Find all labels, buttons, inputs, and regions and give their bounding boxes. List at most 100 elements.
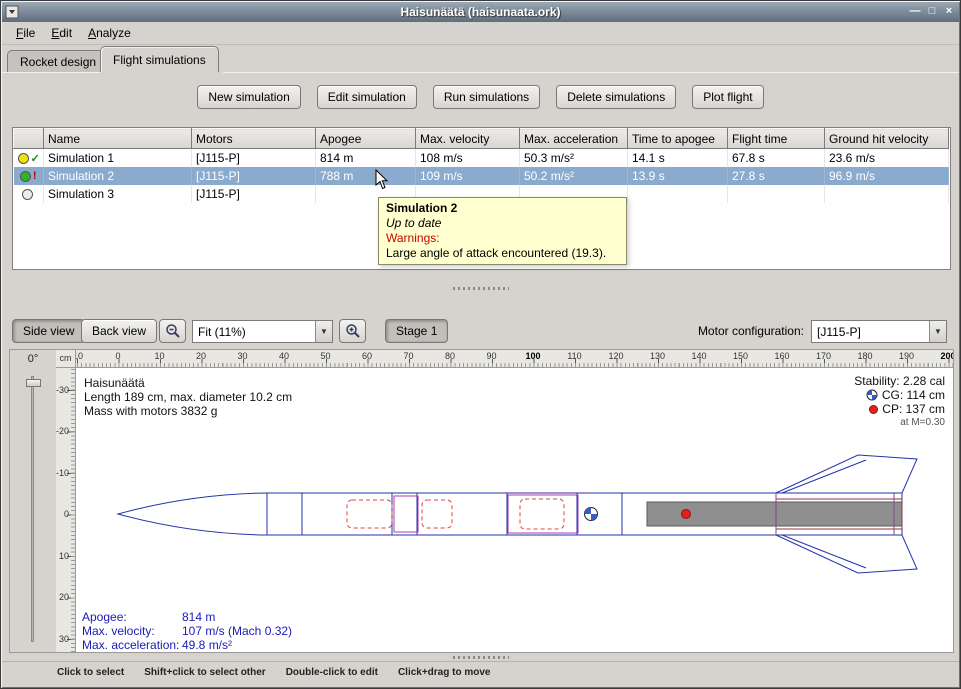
simulation-toolbar: New simulation Edit simulation Run simul… bbox=[1, 85, 960, 109]
cell-max-velocity: 109 m/s bbox=[416, 167, 520, 185]
column-header-max-acceleration[interactable]: Max. acceleration bbox=[520, 129, 628, 149]
column-header-motors[interactable]: Motors bbox=[192, 129, 316, 149]
cell-time-to-apogee: 14.1 s bbox=[628, 149, 728, 167]
cell-max-acceleration: 50.2 m/s² bbox=[520, 167, 628, 185]
column-header-flight-time[interactable]: Flight time bbox=[728, 129, 825, 149]
stage-1-toggle[interactable]: Stage 1 bbox=[385, 319, 448, 343]
ruler-tick-label: 10 bbox=[154, 351, 164, 361]
rocket-info-block: Haisunäätä Length 189 cm, max. diameter … bbox=[84, 376, 292, 418]
motor-configuration-label: Motor configuration: bbox=[698, 315, 804, 347]
tabbar: Rocket design Flight simulations bbox=[2, 45, 959, 72]
tab-rocket-design[interactable]: Rocket design bbox=[7, 50, 109, 72]
menu-analyze[interactable]: Analyze bbox=[80, 23, 139, 43]
ruler-tick-label: 160 bbox=[774, 351, 789, 361]
cell-apogee: 814 m bbox=[316, 149, 416, 167]
cell-ground-hit-velocity: 23.6 m/s bbox=[825, 149, 949, 167]
ruler-tick-label: 0 bbox=[56, 509, 69, 519]
simulation-status-glyph: ✓ bbox=[31, 153, 40, 165]
maximize-button[interactable]: □ bbox=[924, 4, 940, 20]
ruler-tick-label: 120 bbox=[608, 351, 623, 361]
cp-value: CP: 137 cm bbox=[882, 402, 945, 416]
plot-flight-button[interactable]: Plot flight bbox=[692, 85, 763, 109]
side-view-button[interactable]: Side view bbox=[12, 319, 85, 343]
rocket-name: Haisunäätä bbox=[84, 376, 292, 390]
apogee-label: Apogee: bbox=[82, 610, 182, 624]
statusbar: Click to select Shift+click to select ot… bbox=[2, 661, 959, 688]
rotation-angle-label: 0° bbox=[10, 353, 56, 365]
ruler-tick-label: 40 bbox=[279, 351, 289, 361]
max-acceleration-label: Max. acceleration: bbox=[82, 638, 182, 652]
ruler-tick-label: 140 bbox=[691, 351, 706, 361]
cell-ground-hit-velocity bbox=[825, 185, 949, 203]
titlebar[interactable]: Haisunäätä (haisunaata.ork) — □ × bbox=[2, 2, 959, 22]
motor-configuration-value: [J115-P] bbox=[812, 325, 929, 339]
back-view-button[interactable]: Back view bbox=[81, 319, 157, 343]
rocket-canvas[interactable]: Haisunäätä Length 189 cm, max. diameter … bbox=[76, 368, 953, 652]
column-header-time-to-apogee[interactable]: Time to apogee bbox=[628, 129, 728, 149]
horizontal-ruler: -100102030405060708090100110120130140150… bbox=[76, 350, 953, 368]
stability-value: Stability: 2.28 cal bbox=[854, 374, 945, 388]
cell-name: Simulation 2 bbox=[44, 167, 192, 185]
ruler-unit-label: cm bbox=[56, 350, 76, 368]
app-icon[interactable] bbox=[5, 5, 19, 19]
table-header-row: Name Motors Apogee Max. velocity Max. ac… bbox=[14, 129, 949, 149]
rotation-slider-handle[interactable] bbox=[26, 379, 41, 387]
hint-click-drag: Click+drag to move bbox=[398, 667, 491, 688]
splitter-handle[interactable] bbox=[1, 284, 960, 292]
mouse-cursor-icon bbox=[375, 169, 389, 190]
magnifier-plus-icon bbox=[345, 323, 361, 339]
menu-file[interactable]: File bbox=[8, 23, 43, 43]
ruler-tick-label: 110 bbox=[567, 351, 581, 361]
ruler-tick-label: 80 bbox=[445, 351, 455, 361]
flight-summary: Apogee:814 m Max. velocity:107 m/s (Mach… bbox=[82, 610, 292, 652]
column-header-ground-hit-velocity[interactable]: Ground hit velocity bbox=[825, 129, 949, 149]
tooltip-warnings-label: Warnings: bbox=[386, 231, 619, 246]
rotation-slider[interactable] bbox=[31, 376, 34, 642]
cell-motors: [J115-P] bbox=[192, 167, 316, 185]
edit-simulation-button[interactable]: Edit simulation bbox=[317, 85, 417, 109]
cell-time-to-apogee bbox=[628, 185, 728, 203]
delete-simulations-button[interactable]: Delete simulations bbox=[556, 85, 676, 109]
zoom-out-button[interactable] bbox=[159, 319, 186, 343]
table-row-selected[interactable]: ! Simulation 2 [J115-P] 788 m 109 m/s 50… bbox=[14, 167, 949, 185]
cell-motors: [J115-P] bbox=[192, 149, 316, 167]
ruler-tick-label: 20 bbox=[196, 351, 206, 361]
ruler-tick-label: 200 bbox=[940, 351, 953, 361]
minimize-button[interactable]: — bbox=[907, 4, 923, 20]
magnifier-minus-icon bbox=[165, 323, 181, 339]
column-header-max-velocity[interactable]: Max. velocity bbox=[416, 129, 520, 149]
cg-icon bbox=[866, 389, 878, 401]
apogee-value: 814 m bbox=[182, 610, 215, 624]
zoom-select[interactable]: Fit (11%) ▼ bbox=[192, 320, 333, 343]
menu-edit[interactable]: Edit bbox=[43, 23, 80, 43]
new-simulation-button[interactable]: New simulation bbox=[197, 85, 300, 109]
chevron-down-icon[interactable]: ▼ bbox=[929, 321, 946, 342]
chevron-down-icon[interactable]: ▼ bbox=[315, 321, 332, 342]
simulation-tooltip: Simulation 2 Up to date Warnings: Large … bbox=[378, 197, 627, 265]
ruler-tick-label: 30 bbox=[237, 351, 247, 361]
ruler-tick-label: 0 bbox=[115, 351, 120, 361]
zoom-in-button[interactable] bbox=[339, 319, 366, 343]
ruler-tick-label: 170 bbox=[816, 351, 831, 361]
cp-marker bbox=[682, 510, 691, 519]
column-header-status[interactable] bbox=[14, 129, 44, 149]
max-velocity-label: Max. velocity: bbox=[82, 624, 182, 638]
column-header-name[interactable]: Name bbox=[44, 129, 192, 149]
rocket-mass: Mass with motors 3832 g bbox=[84, 404, 292, 418]
ruler-tick-label: -20 bbox=[56, 426, 69, 436]
motor-configuration-select[interactable]: [J115-P] ▼ bbox=[811, 320, 947, 343]
ruler-tick-label: 180 bbox=[857, 351, 872, 361]
column-header-apogee[interactable]: Apogee bbox=[316, 129, 416, 149]
cell-time-to-apogee: 13.9 s bbox=[628, 167, 728, 185]
tab-flight-simulations[interactable]: Flight simulations bbox=[100, 46, 219, 72]
run-simulations-button[interactable]: Run simulations bbox=[433, 85, 540, 109]
tooltip-warning-text: Large angle of attack encountered (19.3)… bbox=[386, 246, 619, 261]
simulation-status-icon bbox=[22, 189, 33, 200]
splitter-handle[interactable] bbox=[1, 653, 960, 661]
cell-max-acceleration: 50.3 m/s² bbox=[520, 149, 628, 167]
hint-click-select: Click to select bbox=[57, 667, 124, 688]
zoom-select-value: Fit (11%) bbox=[193, 325, 315, 339]
table-row[interactable]: ✓ Simulation 1 [J115-P] 814 m 108 m/s 50… bbox=[14, 149, 949, 167]
close-button[interactable]: × bbox=[941, 4, 957, 20]
stability-block: Stability: 2.28 cal CG: 114 cm CP: 137 c… bbox=[854, 374, 945, 430]
